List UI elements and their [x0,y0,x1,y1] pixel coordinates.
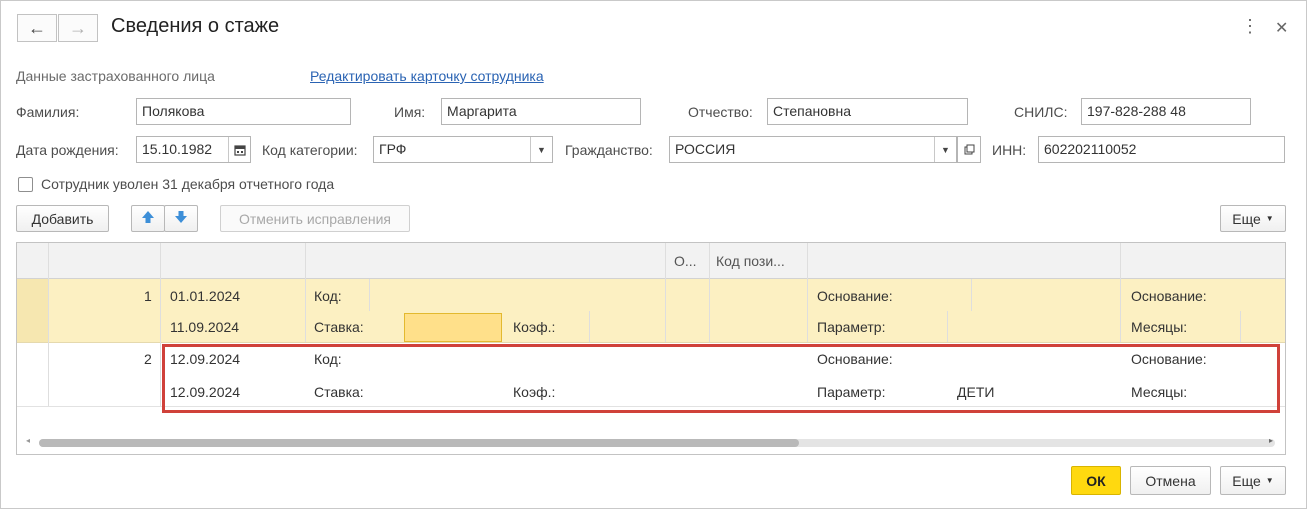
patronymic-field[interactable]: Степановна [767,98,968,125]
category-value: ГРФ [379,141,407,157]
row-number: 1 [144,288,152,304]
snils-label: СНИЛС: [1014,104,1068,120]
arrow-right-icon: → [69,17,87,38]
birthdate-field[interactable]: 15.10.1982 [136,136,251,163]
column-header[interactable]: Код пози... [716,253,785,269]
dismissed-checkbox[interactable] [18,177,33,192]
calendar-icon[interactable] [228,137,250,162]
rate-label: Ставка: [314,319,364,335]
date-from[interactable]: 01.01.2024 [170,288,240,304]
citizenship-select[interactable]: РОССИЯ ▼ [669,136,957,163]
column-header[interactable]: О... [674,253,697,269]
birthdate-label: Дата рождения: [16,142,119,158]
horizontal-scrollbar[interactable] [39,439,1275,447]
date-to[interactable]: 11.09.2024 [170,319,239,335]
close-icon[interactable]: ✕ [1275,18,1288,38]
staj-dialog: ← → Сведения о стаже ⋮ ✕ Данные застрахо… [0,0,1307,509]
category-select[interactable]: ГРФ ▼ [373,136,553,163]
inn-field[interactable]: 602202110052 [1038,136,1285,163]
inn-label: ИНН: [992,142,1027,158]
basis2-label: Основание: [1131,288,1207,304]
birthdate-value: 15.10.1982 [142,141,213,157]
citizenship-value: РОССИЯ [675,141,736,157]
edit-card-link[interactable]: Редактировать карточку сотрудника [310,68,544,84]
chevron-down-icon[interactable]: ▼ [934,137,956,162]
surname-field[interactable]: Полякова [136,98,351,125]
arrow-left-icon: ← [28,17,46,38]
open-citizenship-button[interactable] [957,136,981,163]
category-label: Код категории: [262,142,358,158]
name-field[interactable]: Маргарита [441,98,641,125]
coef-label: Коэф.: [513,319,556,335]
highlight-frame [162,344,1280,413]
table-header: О... Код пози... [17,243,1285,279]
name-label: Имя: [394,104,426,120]
arrow-up-icon [141,210,155,227]
chevron-down-icon[interactable]: ▼ [530,137,552,162]
forward-button[interactable]: → [58,14,98,42]
citizenship-label: Гражданство: [565,142,653,158]
window-title: Сведения о стаже [111,15,280,37]
snils-field[interactable]: 197-828-288 48 [1081,98,1251,125]
ok-button[interactable]: ОК [1071,466,1121,495]
open-window-icon [964,142,975,158]
row-number: 2 [144,351,152,367]
dismissed-label: Сотрудник уволен 31 декабря отчетного го… [41,176,335,192]
more-menu-icon[interactable]: ⋮ [1241,16,1259,37]
staj-table: О... Код пози... 1 01.01.2024 Код: Основ… [16,242,1286,455]
footer-more-label: Еще [1232,472,1261,489]
section-label: Данные застрахованного лица [16,68,215,84]
scroll-left-icon[interactable]: ◂ [26,436,30,445]
footer-more-button[interactable]: Еще ▼ [1220,466,1286,495]
scroll-right-icon[interactable]: ▸ [1269,436,1273,445]
toolbar-more-button[interactable]: Еще ▼ [1220,205,1286,232]
move-down-button[interactable] [164,205,198,232]
add-button[interactable]: Добавить [16,205,109,232]
chevron-down-icon: ▼ [1265,476,1274,485]
months-label: Месяцы: [1131,319,1188,335]
chevron-down-icon: ▼ [1265,214,1274,223]
cancel-button[interactable]: Отмена [1130,466,1211,495]
scrollbar-thumb[interactable] [39,439,799,447]
patronymic-label: Отчество: [688,104,753,120]
arrow-down-icon [174,210,188,227]
surname-label: Фамилия: [16,104,80,120]
active-cell[interactable] [404,313,502,342]
toolbar-more-label: Еще [1232,210,1261,227]
undo-corrections-button[interactable]: Отменить исправления [220,205,410,232]
code-label: Код: [314,288,342,304]
basis-label: Основание: [817,288,893,304]
back-button[interactable]: ← [17,14,57,42]
param-label: Параметр: [817,319,886,335]
move-up-button[interactable] [131,205,165,232]
